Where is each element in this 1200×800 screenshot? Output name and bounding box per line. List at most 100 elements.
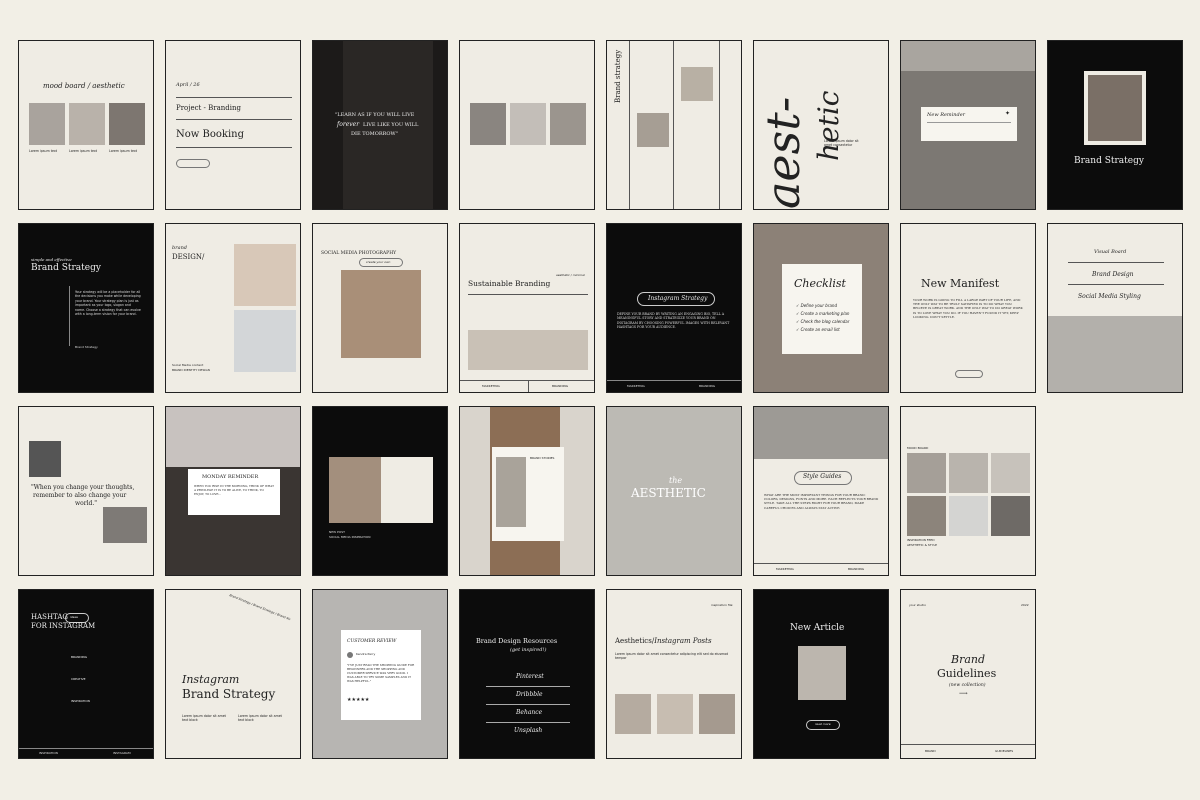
- sparkle-icon: ✦: [1005, 110, 1011, 117]
- quote-text: forever: [337, 121, 360, 128]
- text-card: [381, 457, 433, 523]
- template-customer-review[interactable]: CUSTOMER REVIEW Kendra Perry "I'VE JUST …: [312, 589, 448, 759]
- pill-title: Instagram Strategy: [637, 292, 715, 306]
- template-quote-photo[interactable]: "LEARN AS IF YOU WILL LIVE forever LIVE …: [312, 40, 448, 210]
- template-grid: mood board / aesthetic Lorem ipsum text …: [18, 40, 1183, 760]
- template-style-guides[interactable]: Style Guides WHAT ARE THE MOST IMPORTANT…: [753, 406, 889, 576]
- reviewer-name: Kendra Perry: [356, 652, 376, 656]
- card-title: CUSTOMER REVIEW: [347, 639, 397, 644]
- photo: [234, 310, 296, 372]
- quote-text: "LEARN AS IF YOU WILL LIVE: [335, 112, 415, 118]
- photo: [949, 496, 988, 536]
- template-quote-thoughts[interactable]: "When you change your thoughts, remember…: [18, 406, 154, 576]
- photo: [907, 496, 946, 536]
- kicker-text: the: [669, 476, 683, 485]
- card-title: New Reminder: [927, 112, 966, 118]
- tile-label: MOOD BOARD: [907, 446, 929, 450]
- template-the-aesthetic[interactable]: the AESTHETIC: [606, 406, 742, 576]
- photo: [166, 407, 300, 467]
- template-brand-strategy-dark[interactable]: Brand Strategy: [1047, 40, 1183, 210]
- tab-label: BRANDING: [552, 384, 569, 388]
- caption-text: Lorem ipsum text: [29, 149, 57, 153]
- divider: [607, 380, 741, 381]
- template-brand-design-resources[interactable]: Brand Design Resources (get inspired!) P…: [459, 589, 595, 759]
- template-new-article[interactable]: New Article read more: [753, 589, 889, 759]
- kicker-text: your studio: [909, 603, 926, 607]
- tile-title: Sustainable Branding: [468, 279, 551, 288]
- photo: [234, 244, 296, 306]
- template-visual-board[interactable]: Visual Board Brand Design Social Media S…: [1047, 223, 1183, 393]
- template-aesthetics-posts[interactable]: inspiration file Aesthetics/Instagram Po…: [606, 589, 742, 759]
- template-brand-strategy-text[interactable]: simple and effective Brand Strategy Your…: [18, 223, 154, 393]
- big-type: aest-: [756, 96, 810, 209]
- checklist-item: ✓ Create an email list: [796, 327, 840, 332]
- sky: [901, 41, 1035, 71]
- divider: [69, 286, 70, 346]
- body-text: DEFINE YOUR BRAND BY WRITING AN ENGAGING…: [617, 312, 730, 330]
- template-monday-reminder[interactable]: MONDAY REMINDER WHEN YOU RISE IN THE MOR…: [165, 406, 301, 576]
- template-now-booking[interactable]: April / 26 Project - Branding Now Bookin…: [165, 40, 301, 210]
- template-mood-board-grid[interactable]: MOOD BOARD INSPIRATION FEED AESTHETIC & …: [900, 406, 1036, 576]
- section-label: CREATIVE: [71, 677, 86, 681]
- template-instagram-strategy[interactable]: Instagram Strategy DEFINE YOUR BRAND BY …: [606, 223, 742, 393]
- template-photo-triptych[interactable]: [459, 40, 595, 210]
- template-brand-stories[interactable]: BRAND STORIES: [459, 406, 595, 576]
- template-sustainable-branding[interactable]: aesthetic / minimal Sustainable Branding…: [459, 223, 595, 393]
- body-text: WHAT ARE THE MOST IMPORTANT THINGS FOR Y…: [764, 493, 879, 510]
- card-label: BRAND STORIES: [530, 456, 555, 460]
- quote-text: DIE TOMORROW": [351, 131, 398, 137]
- body-text: Lorem ipsum dolor sit amet consectetur a…: [615, 652, 729, 661]
- tab-label: BRANDING: [699, 384, 716, 388]
- tab-label: BRANDING: [848, 567, 865, 571]
- resource-link: Pinterest: [516, 673, 544, 680]
- tile-title: Now Booking: [176, 129, 244, 140]
- tile-title: Brand Strategy: [31, 263, 101, 273]
- tile-title: Brand Design Resources: [476, 637, 558, 645]
- template-brand-design[interactable]: brand DESIGN/ Social Media content BRAND…: [165, 223, 301, 393]
- template-social-photography[interactable]: SOCIAL MEDIA PHOTOGRAPHY create your own: [312, 223, 448, 393]
- photo: [991, 453, 1030, 493]
- photo: [496, 457, 526, 527]
- divider: [19, 748, 153, 749]
- template-instagram-brand-strategy[interactable]: Brand Strategy / Brand Strategy / Brand …: [165, 589, 301, 759]
- photo: [29, 441, 61, 477]
- checklist-item: ✓ Define your brand: [796, 303, 837, 308]
- template-new-post[interactable]: NEW POST SOCIAL MEDIA INSPIRATION: [312, 406, 448, 576]
- template-new-reminder[interactable]: New Reminder ✦: [900, 40, 1036, 210]
- caption-text: Lorem ipsum text: [109, 149, 137, 153]
- template-aesthetic-big-type[interactable]: aest- hetic Lorem ipsum dolor sit amet c…: [753, 40, 889, 210]
- template-brand-guidelines[interactable]: your studio 2022 Brand Guidelines (new c…: [900, 589, 1036, 759]
- tile-title: SOCIAL MEDIA PHOTOGRAPHY: [321, 251, 397, 256]
- photo: [754, 407, 888, 459]
- divider: [629, 41, 630, 209]
- photo: [949, 453, 988, 493]
- template-new-manifest[interactable]: New Manifest YOUR WORK IS GOING TO FILL …: [900, 223, 1036, 393]
- pill-text: ideas: [70, 615, 78, 619]
- photo: [657, 694, 693, 734]
- resource-link: Behance: [516, 709, 543, 716]
- template-brand-strategy-vertical[interactable]: Brand strategy: [606, 40, 742, 210]
- body-text: Lorem ipsum dolor sit amet text block: [238, 714, 282, 723]
- menu-line: Social Media Styling: [1078, 293, 1141, 300]
- footer-text: Social Media content: [172, 363, 204, 367]
- tab-label: INSTAGRAM: [113, 751, 131, 755]
- photo: [991, 496, 1030, 536]
- template-hashtag-ideas[interactable]: HASHTAG ideas FOR INSTAGRAM BRANDING CRE…: [18, 589, 154, 759]
- tab-label: MARKETING: [776, 567, 794, 571]
- pill-title: Style Guides: [794, 471, 852, 485]
- photo: [798, 646, 846, 700]
- photo: [470, 103, 506, 145]
- footer-text: INSPIRATION FEED: [907, 538, 935, 542]
- pill-text: Style Guides: [803, 473, 842, 480]
- photo: [29, 103, 65, 145]
- footer-text: BRAND IDENTITY DESIGN: [172, 368, 210, 372]
- photo: [637, 113, 669, 147]
- arrow-right-icon: ⟶: [959, 690, 968, 697]
- read-more-button: read more: [806, 720, 840, 730]
- divider: [176, 147, 292, 148]
- resource-link: Dribbble: [516, 691, 543, 698]
- template-mood-board[interactable]: mood board / aesthetic Lorem ipsum text …: [18, 40, 154, 210]
- photo: [109, 103, 145, 145]
- template-checklist[interactable]: Checklist ✓ Define your brand ✓ Create a…: [753, 223, 889, 393]
- pill-button: [176, 159, 210, 168]
